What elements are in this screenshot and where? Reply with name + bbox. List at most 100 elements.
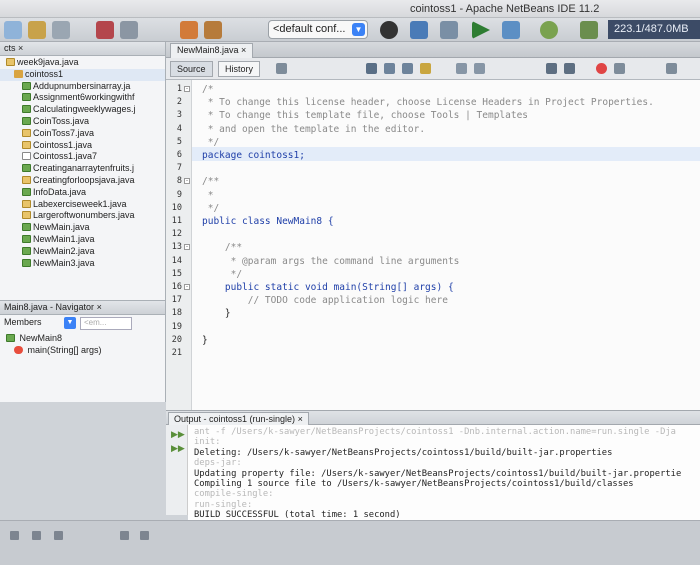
build-icon[interactable] — [380, 21, 398, 39]
find-previous-icon[interactable] — [384, 63, 395, 74]
line-number: 21 — [171, 348, 182, 358]
line-number: 20 — [171, 334, 182, 345]
navigator-class-item[interactable]: NewMain8 — [0, 333, 165, 345]
tasks-icon[interactable] — [32, 531, 41, 540]
tree-item[interactable]: cointoss1 — [0, 68, 165, 81]
diff-icon[interactable] — [666, 63, 677, 74]
code-line: // TODO code application logic here — [202, 295, 448, 307]
main-class-icon — [22, 246, 31, 255]
new-file-icon[interactable] — [4, 21, 22, 39]
line-number: 18 — [171, 308, 182, 319]
find-next-icon[interactable] — [402, 63, 413, 74]
line-number: 6 — [176, 150, 182, 160]
output-console[interactable]: ant -f /Users/k-sawyer/NetBeansProjects/… — [188, 425, 700, 520]
tree-item[interactable]: Assignment6workingwithf — [0, 92, 165, 104]
configuration-select[interactable]: <default conf... ▼ — [268, 20, 368, 39]
tree-item[interactable]: Calculatingweeklywages.j — [0, 104, 165, 116]
tree-item[interactable]: CoinToss.java — [0, 116, 165, 128]
toggle-highlight-icon[interactable] — [420, 63, 431, 74]
redo-icon[interactable] — [204, 21, 222, 39]
history-button[interactable]: History — [218, 61, 261, 77]
copy-icon[interactable] — [120, 21, 138, 39]
tree-item[interactable]: Largeroftwonumbers.java — [0, 210, 165, 222]
stop-macro-icon[interactable] — [614, 63, 625, 74]
configuration-value: <default conf... — [273, 23, 346, 35]
tree-item[interactable]: CoinToss7.java — [0, 128, 165, 140]
close-icon[interactable]: × — [241, 45, 246, 55]
tree-item-label: NewMain2.java — [33, 245, 95, 256]
line-number: 15 — [171, 268, 182, 279]
tree-item[interactable]: Addupnumbersinarray.ja — [0, 81, 165, 93]
projects-panel: cts × week9java.java cointoss1 Addupnumber… — [0, 42, 166, 300]
close-icon[interactable]: × — [298, 414, 303, 424]
tree-item-label: Calculatingweeklywages.j — [33, 104, 136, 115]
tree-item[interactable]: Creatingforloopsjava.java — [0, 175, 165, 187]
source-button[interactable]: Source — [170, 61, 213, 77]
save-icon[interactable] — [52, 21, 70, 39]
output-tab[interactable]: Output - cointoss1 (run-single) × — [168, 412, 309, 426]
shift-left-icon[interactable] — [456, 63, 467, 74]
code-line: * and open the template in the editor. — [202, 123, 426, 135]
shift-right-icon[interactable] — [474, 63, 485, 74]
fold-toggle-icon[interactable]: - — [184, 178, 190, 185]
fold-toggle-icon[interactable]: - — [184, 86, 190, 92]
members-dropdown[interactable]: ▼ — [64, 317, 76, 329]
editor-tab-label: NewMain8.java — [177, 45, 239, 55]
navigator-tab[interactable]: Main8.java - Navigator × — [0, 301, 165, 315]
members-row: Members ▼ <em... — [0, 315, 165, 333]
profile-icon[interactable] — [540, 21, 558, 39]
close-icon[interactable]: × — [97, 302, 102, 312]
line-number: 4 — [176, 123, 182, 134]
tree-item[interactable]: Cointoss1.java — [0, 140, 165, 152]
tree-item[interactable]: InfoData.java — [0, 187, 165, 199]
open-project-icon[interactable] — [28, 21, 46, 39]
close-icon[interactable]: × — [18, 43, 23, 53]
run-icon[interactable] — [472, 21, 490, 39]
cut-icon[interactable] — [96, 21, 114, 39]
class-icon — [6, 334, 15, 342]
editor-tab-newmain8[interactable]: NewMain8.java × — [170, 43, 254, 58]
last-edit-icon[interactable] — [276, 63, 287, 74]
debug-icon[interactable] — [502, 21, 520, 39]
undo-icon[interactable] — [180, 21, 198, 39]
tree-item-label: NewMain1.java — [33, 233, 95, 244]
projects-tab[interactable]: cts × — [0, 42, 165, 56]
line-number: 9 — [176, 189, 182, 200]
comment-icon[interactable] — [546, 63, 557, 74]
rerun-with-options-icon[interactable]: ▶▶ — [171, 443, 185, 453]
clean-build-icon[interactable] — [440, 21, 458, 39]
code-editor[interactable]: /* * To change this license header, choo… — [192, 80, 700, 410]
start-macro-icon[interactable] — [596, 63, 607, 74]
progress-icon — [54, 531, 63, 540]
main-class-icon — [22, 164, 31, 173]
tree-item[interactable]: Creatinganarraytenfruits.j — [0, 163, 165, 175]
tree-item[interactable]: week9java.java — [0, 57, 165, 69]
navigator-method-item[interactable]: main(String[] args) — [0, 345, 165, 357]
hammer-icon[interactable] — [410, 21, 428, 39]
tree-item[interactable]: Cointoss1.java7 — [0, 151, 165, 163]
fold-toggle-icon[interactable]: - — [184, 244, 190, 251]
projects-tab-label: cts — [4, 43, 16, 53]
members-filter-input[interactable]: <em... — [80, 317, 132, 330]
title-bar: cointoss1 - Apache NetBeans IDE 11.2 — [0, 0, 700, 18]
code-line: */ — [202, 136, 220, 148]
memory-indicator[interactable]: 223.1/487.0MB — [608, 20, 700, 39]
line-number: 1 — [176, 84, 182, 94]
line-number: 13 — [171, 242, 182, 253]
editor-gutter: 1-2 3 4 5 6 7 8-9 10 11 12 13-14 15 16-17 18 19 20 21 — [166, 80, 192, 410]
tree-item[interactable]: NewMain2.java — [0, 246, 165, 258]
tree-item-label: Largeroftwonumbers.java — [33, 210, 135, 221]
code-line: */ — [202, 268, 243, 280]
rerun-icon[interactable]: ▶▶ — [171, 429, 185, 439]
tree-item[interactable]: Labexerciseweek1.java — [0, 199, 165, 211]
find-icon[interactable] — [366, 63, 377, 74]
gc-icon[interactable] — [580, 21, 598, 39]
tree-item[interactable]: NewMain1.java — [0, 234, 165, 246]
tree-item[interactable]: NewMain.java — [0, 222, 165, 234]
notifications-icon[interactable] — [10, 531, 19, 540]
uncomment-icon[interactable] — [564, 63, 575, 74]
output-tab-label: Output - cointoss1 (run-single) — [174, 414, 296, 424]
main-class-icon — [22, 234, 31, 243]
tree-item[interactable]: NewMain3.java — [0, 258, 165, 270]
fold-toggle-icon[interactable]: - — [184, 284, 190, 290]
